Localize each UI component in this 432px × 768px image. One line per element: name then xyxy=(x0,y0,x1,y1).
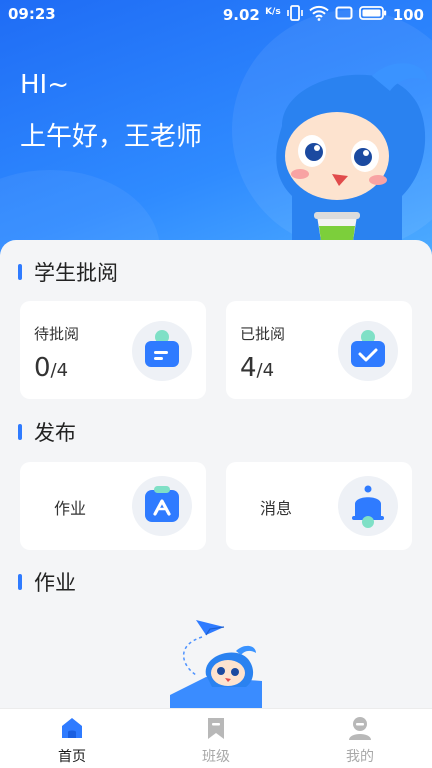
homework-icon xyxy=(132,476,192,536)
network-speed: 9.02 K/s xyxy=(223,6,281,24)
battery-icon xyxy=(358,6,387,24)
card-label: 作业 xyxy=(54,499,87,518)
tab-label: 班级 xyxy=(202,749,230,765)
reviewed-check-icon xyxy=(338,321,398,381)
status-bar: 09:23 9.02 K/s 100 xyxy=(0,0,432,28)
card-count: 4/4 xyxy=(240,353,274,383)
card-publish-message[interactable]: 消息 xyxy=(226,462,412,550)
network-speed-value: 9.02 xyxy=(222,6,260,24)
bottom-tab-bar: 首页 班级 我的 xyxy=(0,708,432,768)
section-title-review: 学生批阅 xyxy=(34,261,118,285)
tab-class[interactable]: 班级 xyxy=(144,709,288,768)
pending-tray-icon xyxy=(132,321,192,381)
count-value: 4 xyxy=(240,353,257,383)
section-marker xyxy=(18,264,22,280)
card-label: 待批阅 xyxy=(34,325,80,343)
mascot-illustration xyxy=(262,56,432,256)
bookmark-icon xyxy=(203,715,229,745)
card-count: 0/4 xyxy=(34,353,68,383)
battery-level: 100 xyxy=(392,6,424,24)
section-title-publish: 发布 xyxy=(34,421,76,445)
tab-label: 首页 xyxy=(58,749,86,765)
greeting-hi: HI~ xyxy=(20,70,70,100)
tab-profile[interactable]: 我的 xyxy=(288,709,432,768)
section-title-homework: 作业 xyxy=(34,571,76,595)
tab-label: 我的 xyxy=(346,749,374,765)
count-value: 0 xyxy=(34,353,51,383)
bell-icon xyxy=(338,476,398,536)
card-reviewed[interactable]: 已批阅 4/4 xyxy=(226,301,412,399)
card-label: 消息 xyxy=(260,499,293,518)
card-publish-homework[interactable]: 作业 xyxy=(20,462,206,550)
tab-home[interactable]: 首页 xyxy=(0,709,144,768)
empty-state-illustration xyxy=(166,615,276,708)
card-pending-review[interactable]: 待批阅 0/4 xyxy=(20,301,206,399)
content-sheet: 学生批阅 待批阅 0/4 已批阅 4/4 发布 作业 消息 作业 xyxy=(0,240,432,708)
card-label: 已批阅 xyxy=(240,325,286,343)
user-icon xyxy=(347,715,373,745)
vibrate-icon xyxy=(286,5,303,25)
home-icon xyxy=(59,715,85,745)
status-time: 09:23 xyxy=(8,5,56,23)
network-speed-unit: K/s xyxy=(265,7,281,17)
greeting-message: 上午好，王老师 xyxy=(20,122,203,152)
section-marker xyxy=(18,574,22,590)
screen-icon xyxy=(335,6,353,24)
section-marker xyxy=(18,424,22,440)
count-total: /4 xyxy=(256,360,275,381)
count-total: /4 xyxy=(50,360,69,381)
wifi-icon xyxy=(308,5,329,25)
